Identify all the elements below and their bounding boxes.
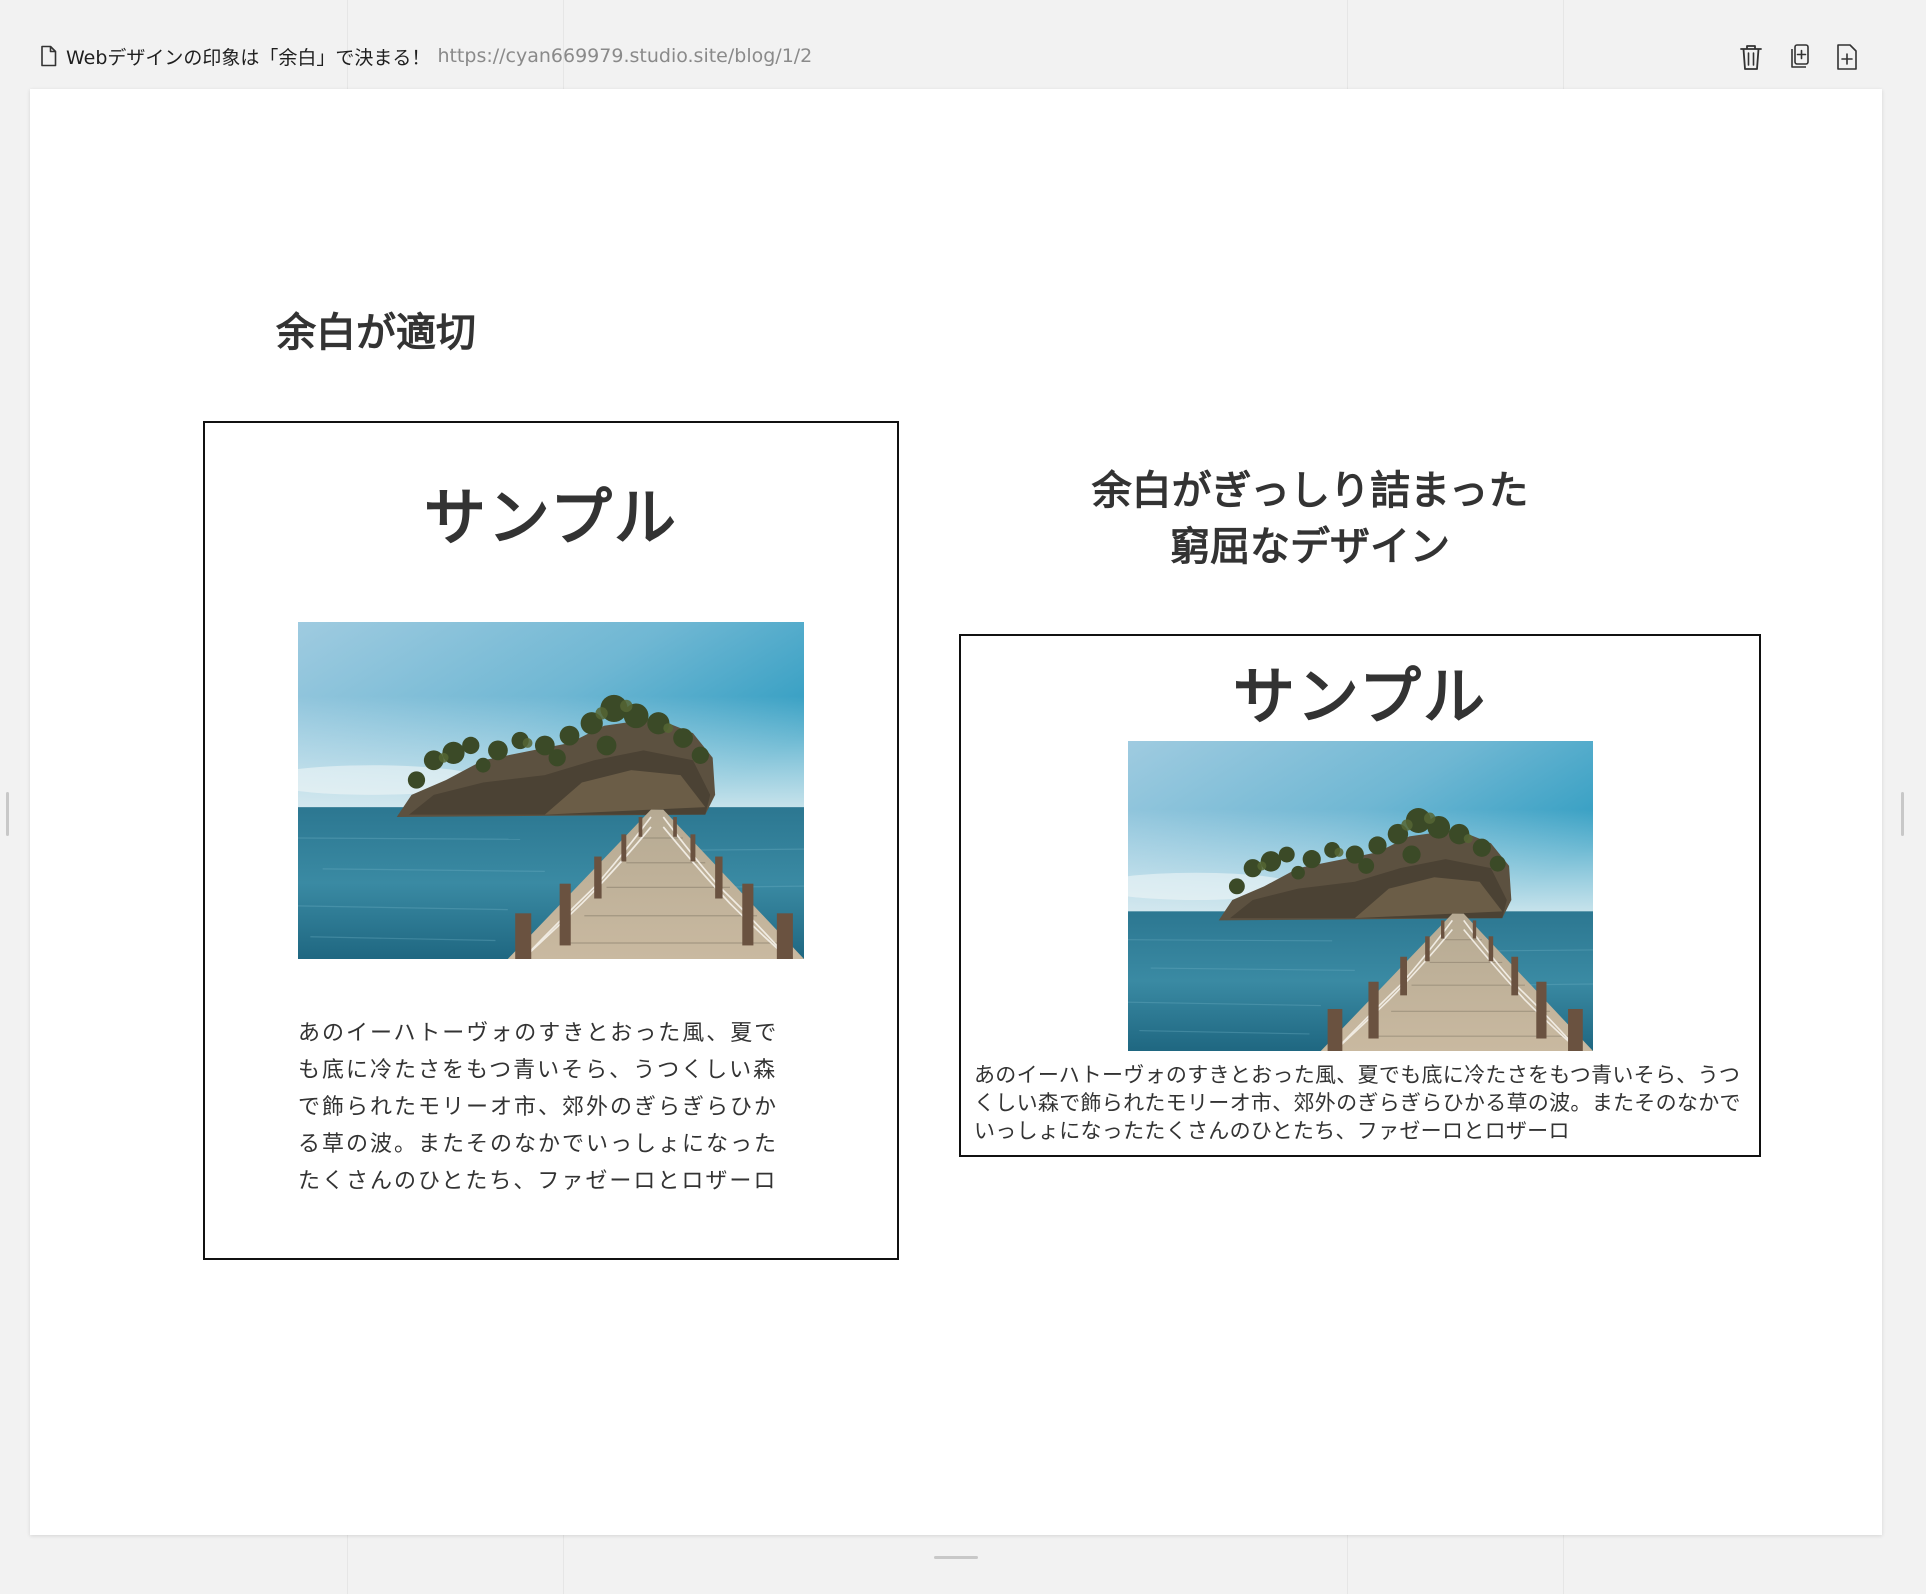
- left-heading: 余白が適切: [276, 310, 476, 356]
- add-page-icon: [1837, 44, 1857, 70]
- page-url[interactable]: https://cyan669979.studio.site/blog/1/2: [437, 45, 812, 67]
- right-resize-handle[interactable]: [1901, 792, 1904, 836]
- right-heading-line-1: 余白がぎっしり詰まった: [1091, 468, 1529, 514]
- add-page-button[interactable]: [1834, 42, 1860, 72]
- duplicate-page-icon: [1791, 44, 1809, 68]
- duplicate-page-button[interactable]: [1786, 42, 1812, 72]
- delete-button[interactable]: [1738, 42, 1764, 72]
- trash-icon: [1740, 45, 1762, 70]
- spacious-card-text: あのイーハトーヴォのすきとおった風、夏でも底に冷たさをもつ青いそら、うつくしい森…: [298, 1021, 779, 1194]
- cramped-card: サンプル あのイーハトーヴォのすきとおった風、夏でも底に冷たさをもつ青いそら、う…: [959, 634, 1761, 1157]
- spacious-card-title: サンプル: [423, 481, 679, 554]
- left-resize-handle[interactable]: [6, 792, 9, 836]
- page-actions: [1738, 42, 1860, 72]
- page-header: Webデザインの印象は「余白」で決まる！ https://cyan669979.…: [40, 43, 812, 70]
- page-name[interactable]: Webデザインの印象は「余白」で決まる！: [66, 43, 430, 70]
- right-heading: 余白がぎっしり詰まった 窮屈なデザイン: [1057, 463, 1563, 575]
- cramped-card-text: あのイーハトーヴォのすきとおった風、夏でも底に冷たさをもつ青いそら、うつくしい森…: [974, 1063, 1741, 1143]
- island-photo: [298, 622, 804, 959]
- cramped-card-title: サンプル: [1232, 660, 1488, 733]
- spacious-card: サンプル あのイーハトーヴォのすきとおった風、夏でも底に冷たさをもつ青いそら、う…: [203, 421, 899, 1260]
- right-heading-line-2: 窮屈なデザイン: [1170, 524, 1450, 570]
- document-icon: [41, 45, 57, 67]
- page-canvas: 余白が適切 サンプル あのイーハトーヴォのすきとおった風、夏でも底に冷たさをもつ…: [30, 89, 1882, 1535]
- bottom-resize-handle[interactable]: [934, 1556, 978, 1559]
- top-bar: Webデザインの印象は「余白」で決まる！ https://cyan669979.…: [0, 0, 1926, 88]
- island-photo: [1128, 741, 1593, 1051]
